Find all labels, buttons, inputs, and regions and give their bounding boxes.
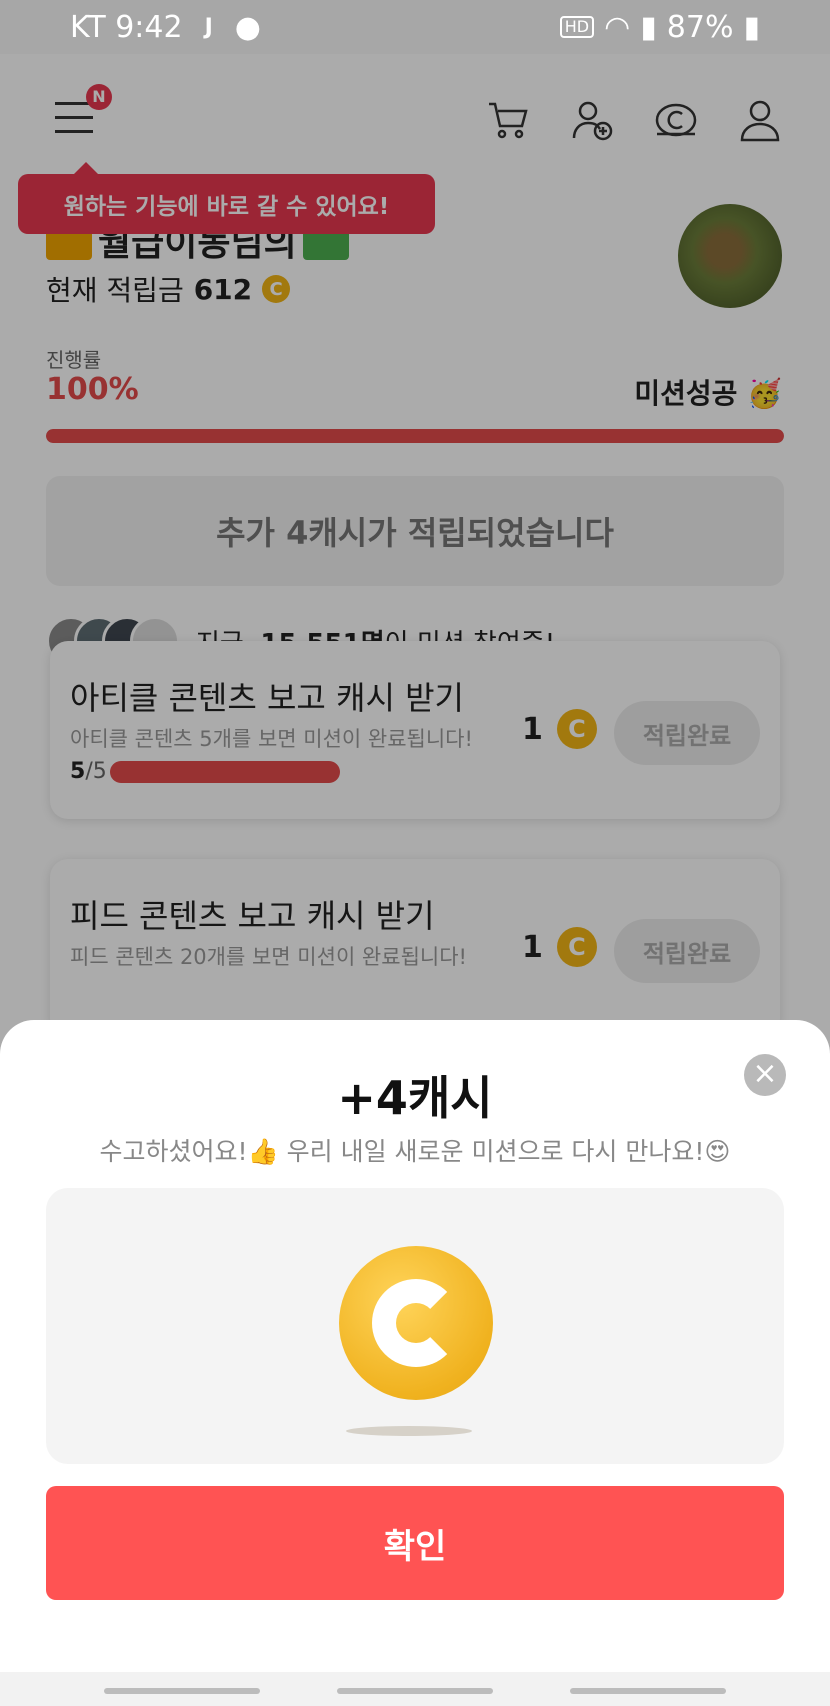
reward-title: +4캐시 [337,1071,493,1125]
gesture-handle[interactable] [104,1688,260,1694]
confirm-button[interactable]: 확인 [46,1486,784,1600]
gesture-bar [0,1672,830,1706]
battery-percent: 87% [666,9,734,45]
coin-icon [339,1246,493,1400]
reward-bottom-sheet: × +4캐시 수고하셨어요!👍 우리 내일 새로운 미션으로 다시 만나요!😍 … [0,1020,830,1672]
carrier-time: KT 9:42 [70,9,183,45]
gesture-handle[interactable] [337,1688,493,1694]
signal-icon: ▮ [640,9,657,45]
reward-subtitle: 수고하셨어요!👍 우리 내일 새로운 미션으로 다시 만나요!😍 [99,1137,731,1166]
battery-icon: ▮ [743,9,760,45]
status-bar: KT 9:42 J ● HD ◠ ▮ 87% ▮ [0,0,830,54]
coin-shadow [346,1426,472,1436]
coin-illustration-box [46,1188,784,1464]
wifi-icon: ◠ [604,9,631,45]
gesture-handle[interactable] [570,1688,726,1694]
j-indicator-icon: J [204,14,213,40]
hd-icon: HD [559,16,595,38]
chat-bubble-icon: ● [234,9,261,45]
